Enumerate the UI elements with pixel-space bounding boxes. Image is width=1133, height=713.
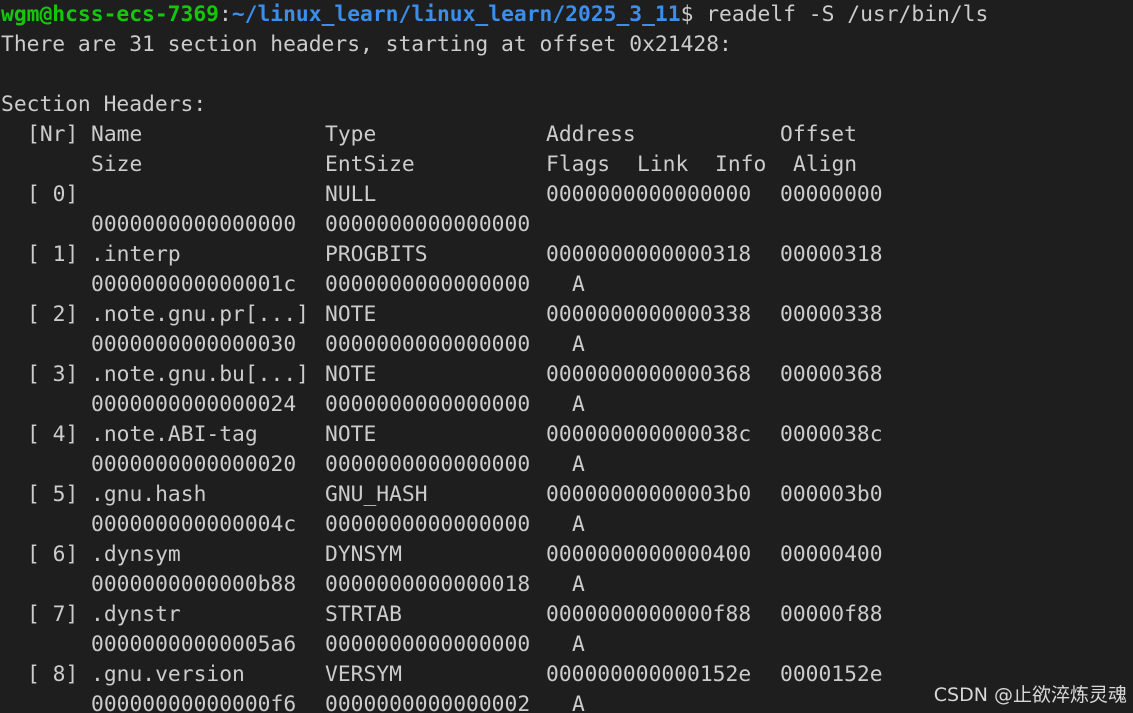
section-name: .dynsym: [91, 542, 181, 567]
section-offset: 00000318: [780, 242, 883, 267]
section-address: 0000000000000318: [546, 242, 752, 267]
section-address: 000000000000038c: [546, 422, 752, 447]
section-name: .dynstr: [91, 602, 181, 627]
section-entsize: 0000000000000000: [325, 332, 531, 357]
header-link: Link: [637, 152, 689, 177]
command-prompt-line: wgm@hcss-ecs-7369:~/linux_learn/linux_le…: [1, 0, 988, 30]
section-flags: A: [572, 272, 585, 297]
section-address: 0000000000000368: [546, 362, 752, 387]
section-size: 000000000000001c: [91, 272, 297, 297]
header-name: Name: [91, 122, 143, 147]
header-size: Size: [91, 152, 143, 177]
section-flags: A: [572, 512, 585, 537]
section-offset: 00000368: [780, 362, 883, 387]
section-size: 00000000000000f6: [91, 692, 297, 713]
header-row-1: [Nr] Name Type Address Offset: [1, 120, 857, 150]
section-size: 0000000000000030: [91, 332, 297, 357]
header-offset: Offset: [780, 122, 857, 147]
section-address: 0000000000000400: [546, 542, 752, 567]
section-headers-title: Section Headers:: [1, 92, 207, 117]
prompt-path: ~/linux_learn/linux_learn/2025_3_11: [231, 2, 681, 27]
section-entsize: 0000000000000002: [325, 692, 531, 713]
section-nr: [ 7]: [27, 602, 79, 627]
command-text: readelf -S /usr/bin/ls: [693, 2, 989, 27]
section-name: .interp: [91, 242, 181, 267]
section-name: .note.gnu.bu[...]: [91, 362, 309, 387]
section-nr: [ 6]: [27, 542, 79, 567]
section-size: 0000000000000000: [91, 212, 297, 237]
section-size: 00000000000005a6: [91, 632, 297, 657]
section-type: DYNSYM: [325, 542, 402, 567]
header-address: Address: [546, 122, 636, 147]
header-type: Type: [325, 122, 377, 147]
header-entsize: EntSize: [325, 152, 415, 177]
section-type: NOTE: [325, 362, 377, 387]
section-type: PROGBITS: [325, 242, 428, 267]
section-offset: 00000338: [780, 302, 883, 327]
section-offset: 00000f88: [780, 602, 883, 627]
section-flags: A: [572, 572, 585, 597]
section-type: NOTE: [325, 422, 377, 447]
section-address: 0000000000000338: [546, 302, 752, 327]
watermark: CSDN @止欲淬炼灵魂: [933, 684, 1127, 706]
section-entsize: 0000000000000018: [325, 572, 531, 597]
section-size: 000000000000004c: [91, 512, 297, 537]
terminal-window[interactable]: wgm@hcss-ecs-7369:~/linux_learn/linux_le…: [0, 0, 1133, 713]
section-entsize: 0000000000000000: [325, 392, 531, 417]
section-name: .gnu.version: [91, 662, 245, 687]
header-align: Align: [793, 152, 858, 177]
header-row-2: Size EntSize Flags Link Info Align: [1, 150, 857, 180]
section-entsize: 0000000000000000: [325, 452, 531, 477]
section-nr: [ 1]: [27, 242, 79, 267]
section-type: NOTE: [325, 302, 377, 327]
section-nr: [ 8]: [27, 662, 79, 687]
section-type: VERSYM: [325, 662, 402, 687]
section-address: 000000000000152e: [546, 662, 752, 687]
prompt-colon: :: [218, 2, 232, 27]
section-size: 0000000000000024: [91, 392, 297, 417]
section-address: 0000000000000f88: [546, 602, 752, 627]
section-name: .gnu.hash: [91, 482, 207, 507]
section-type: GNU_HASH: [325, 482, 428, 507]
section-entsize: 0000000000000000: [325, 512, 531, 537]
section-entsize: 0000000000000000: [325, 632, 531, 657]
section-offset: 00000000: [780, 182, 883, 207]
section-offset: 0000038c: [780, 422, 883, 447]
section-flags: A: [572, 632, 585, 657]
header-flags: Flags: [546, 152, 611, 177]
section-entsize: 0000000000000000: [325, 212, 531, 237]
section-nr: [ 4]: [27, 422, 79, 447]
section-offset: 00000400: [780, 542, 883, 567]
section-entsize: 0000000000000000: [325, 272, 531, 297]
summary-line: There are 31 section headers, starting a…: [1, 32, 732, 57]
section-flags: A: [572, 392, 585, 417]
section-name: .note.ABI-tag: [91, 422, 258, 447]
header-info: Info: [715, 152, 767, 177]
prompt-dollar: $: [680, 2, 694, 27]
section-offset: 000003b0: [780, 482, 883, 507]
section-type: NULL: [325, 182, 377, 207]
section-address: 00000000000003b0: [546, 482, 752, 507]
section-size: 0000000000000b88: [91, 572, 297, 597]
section-type: STRTAB: [325, 602, 402, 627]
section-flags: A: [572, 692, 585, 713]
header-nr: [Nr]: [27, 122, 79, 147]
section-flags: A: [572, 452, 585, 477]
section-nr: [ 0]: [27, 182, 79, 207]
section-nr: [ 5]: [27, 482, 79, 507]
section-nr: [ 2]: [27, 302, 79, 327]
section-nr: [ 3]: [27, 362, 79, 387]
section-flags: A: [572, 332, 585, 357]
section-size: 0000000000000020: [91, 452, 297, 477]
section-address: 0000000000000000: [546, 182, 752, 207]
prompt-user-host: wgm@hcss-ecs-7369: [1, 2, 219, 27]
section-offset: 0000152e: [780, 662, 883, 687]
section-name: .note.gnu.pr[...]: [91, 302, 309, 327]
